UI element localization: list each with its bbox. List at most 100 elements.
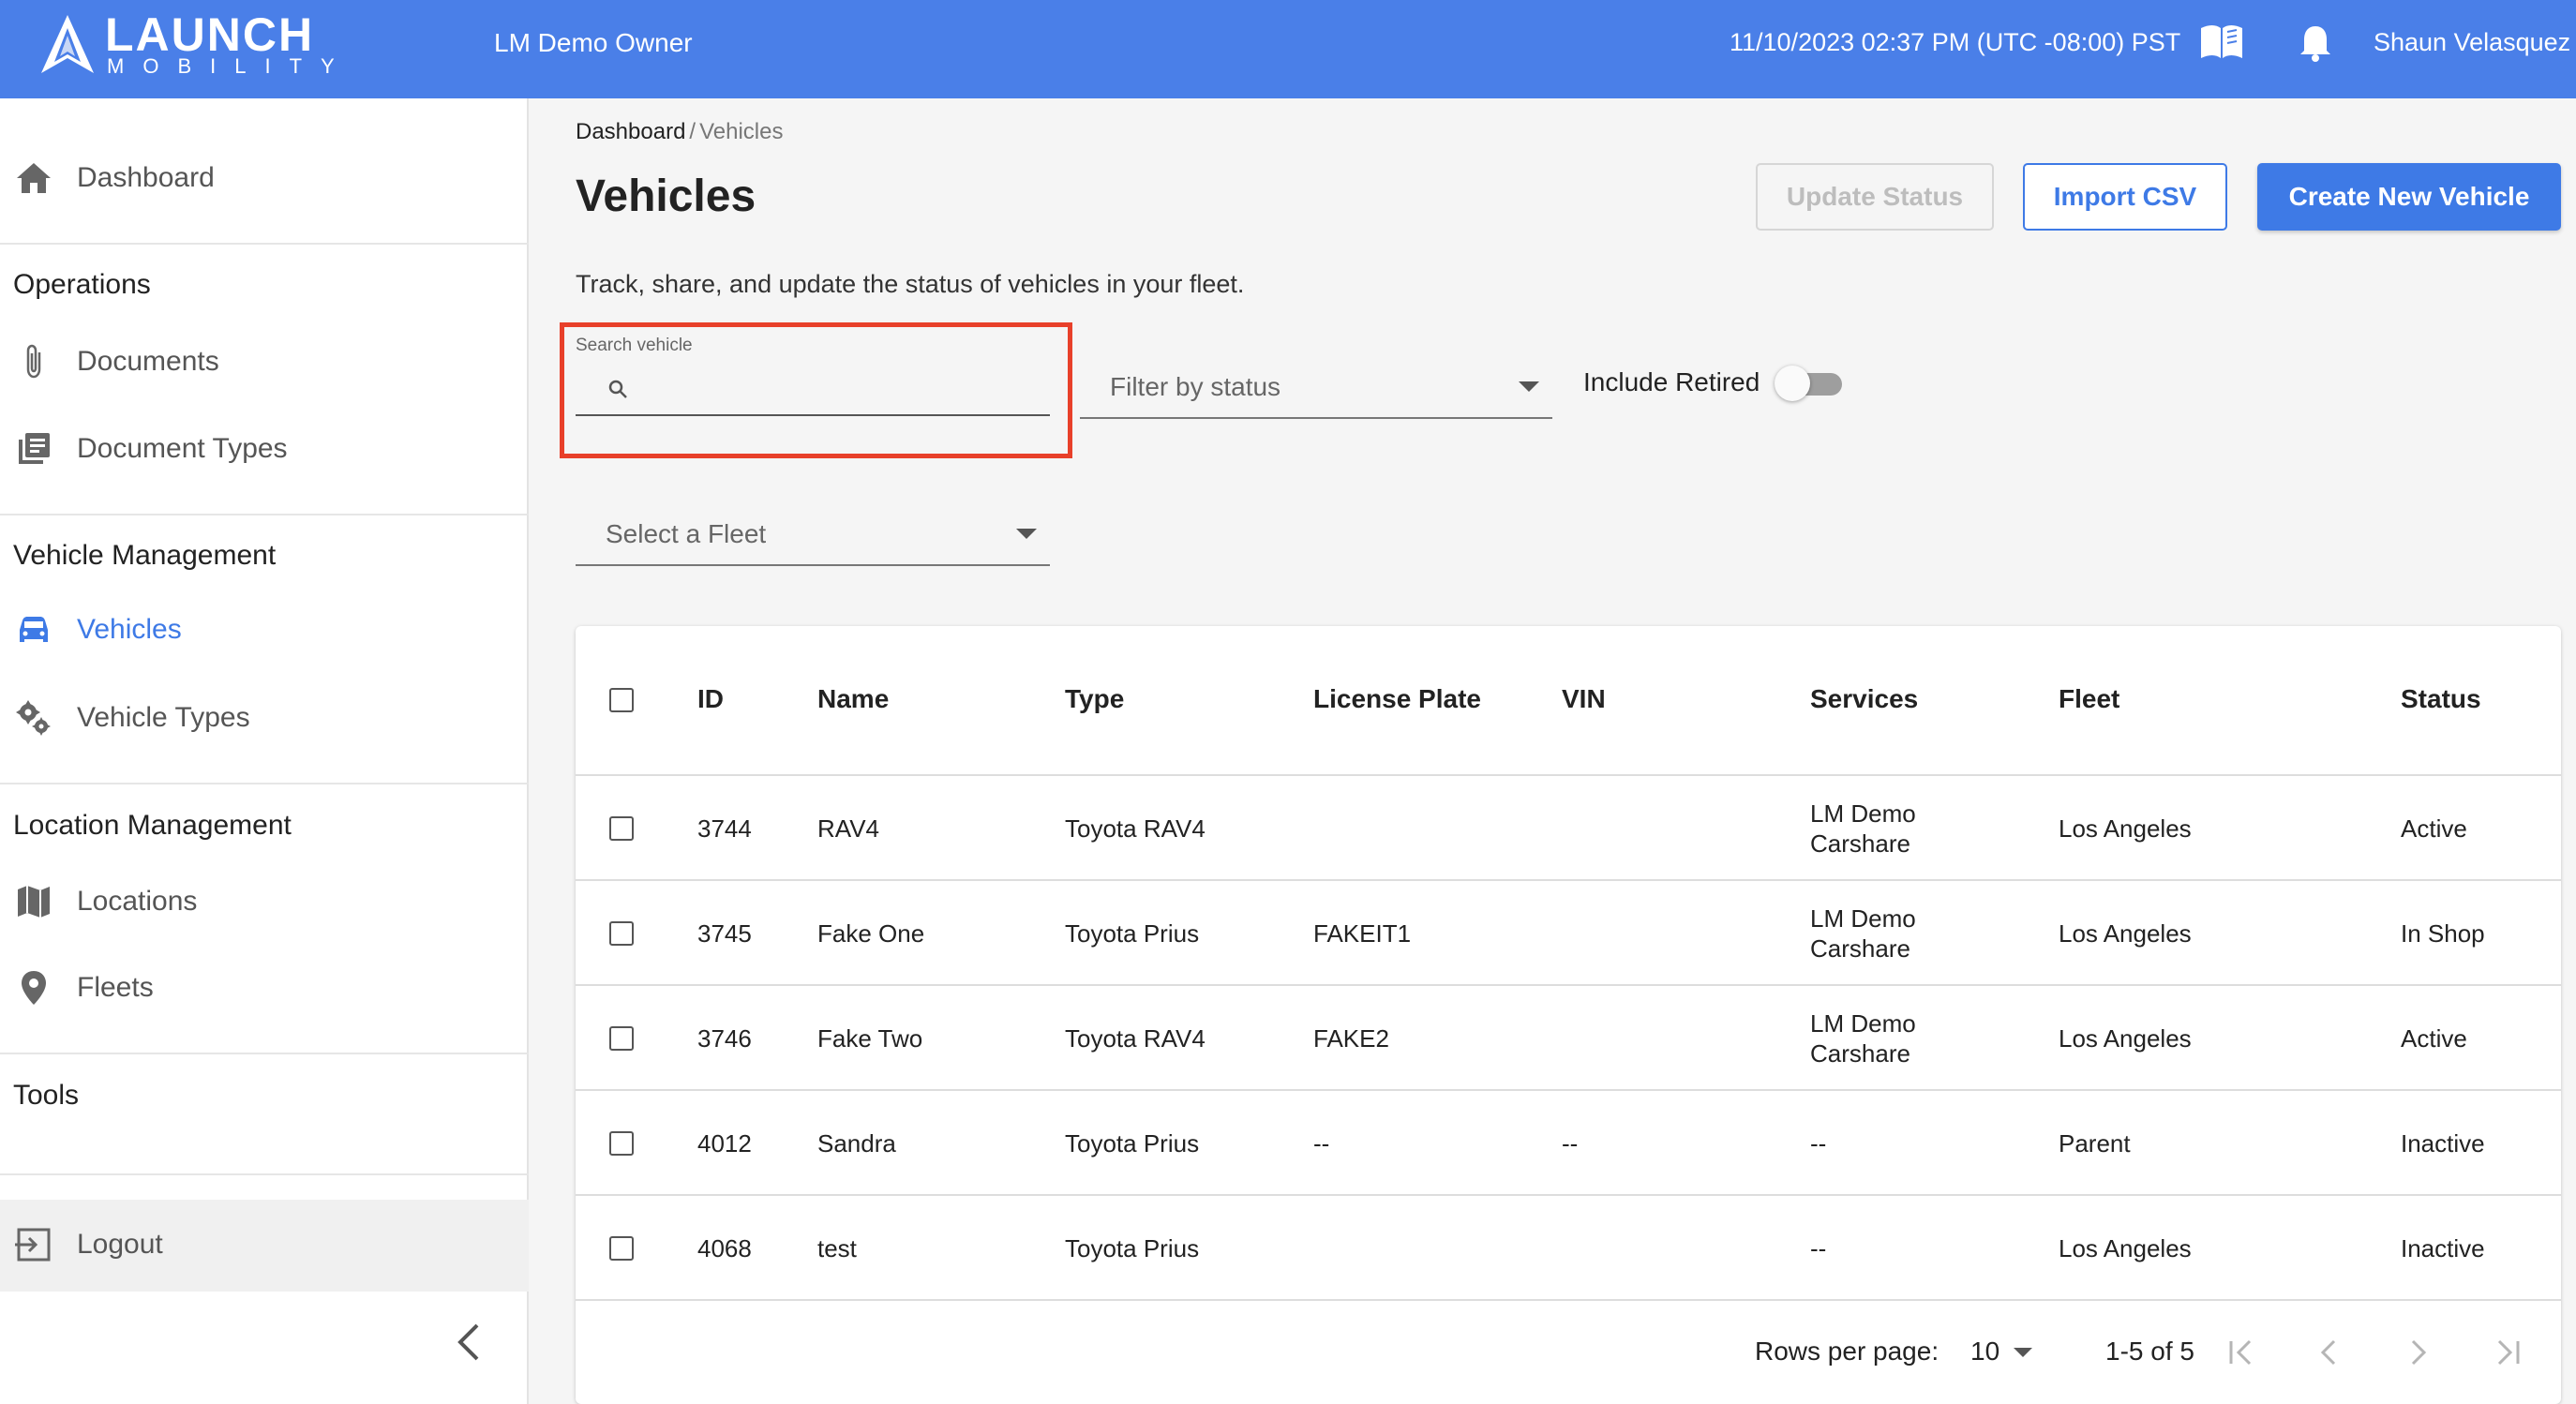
next-page-icon[interactable]: [2407, 1338, 2430, 1367]
cell-type: Toyota Prius: [1065, 1129, 1200, 1158]
top-bar: LAUNCH MOBILITY LM Demo Owner 11/10/2023…: [0, 0, 2576, 98]
table-row[interactable]: 3744 RAV4 Toyota RAV4 LM Demo Carshare Lo…: [576, 776, 2561, 881]
table-row[interactable]: 4068 test Toyota Prius -- Los Angeles In…: [576, 1196, 2561, 1301]
toggle-knob: [1775, 366, 1810, 401]
cell-fleet: Los Angeles: [2059, 1024, 2192, 1053]
cell-status: In Shop: [2401, 919, 2485, 948]
sidebar-item-vehicle-types[interactable]: Vehicle Types: [0, 685, 529, 751]
row-checkbox[interactable]: [609, 816, 634, 841]
cell-type: Toyota Prius: [1065, 1234, 1200, 1262]
rows-per-page-label: Rows per page:: [1755, 1337, 1939, 1366]
table-pagination: Rows per page: 10 1-5 of 5: [576, 1301, 2561, 1404]
search-vehicle-field[interactable]: Search vehicle: [576, 334, 1050, 418]
column-header-services[interactable]: Services: [1810, 684, 1918, 714]
organization-name[interactable]: LM Demo Owner: [494, 28, 693, 58]
cell-name: Fake Two: [817, 1024, 923, 1053]
breadcrumb-dashboard[interactable]: Dashboard: [576, 119, 685, 144]
sidebar-item-label: Locations: [77, 886, 198, 917]
filter-by-status-select[interactable]: Filter by status: [1080, 353, 1552, 419]
cell-status: Inactive: [2401, 1129, 2485, 1158]
sidebar-item-label: Vehicles: [77, 614, 182, 645]
sidebar: Dashboard Operations Documents Document …: [0, 98, 529, 1404]
select-all-checkbox[interactable]: [609, 688, 634, 712]
last-page-icon[interactable]: [2492, 1338, 2522, 1367]
cell-services: --: [1810, 1129, 1827, 1158]
column-header-name[interactable]: Name: [817, 684, 889, 714]
cell-name: test: [817, 1234, 857, 1262]
section-vehicle-management: Vehicle Management: [13, 540, 277, 571]
home-icon: [17, 163, 51, 193]
search-underline: [576, 414, 1050, 416]
column-header-id[interactable]: ID: [697, 684, 724, 714]
cell-license-plate: FAKE2: [1313, 1024, 1389, 1053]
cell-services: LM Demo Carshare: [1810, 904, 1916, 963]
sidebar-divider: [0, 243, 529, 245]
launch-mobility-logo[interactable]: LAUNCH MOBILITY: [39, 8, 349, 78]
sidebar-divider: [0, 514, 529, 515]
row-checkbox[interactable]: [609, 1026, 634, 1051]
services-line: LM Demo: [1810, 904, 1916, 933]
logout-button[interactable]: Logout: [0, 1200, 529, 1292]
select-underline: [576, 564, 1050, 566]
sidebar-item-label: Fleets: [77, 972, 154, 1003]
table-header-row: ID Name Type License Plate VIN Services …: [576, 626, 2561, 776]
row-checkbox[interactable]: [609, 1131, 634, 1156]
import-csv-button[interactable]: Import CSV: [2023, 163, 2227, 231]
paperclip-icon: [26, 344, 41, 379]
user-menu[interactable]: Shaun Velasquez: [2374, 28, 2570, 57]
sidebar-item-vehicles[interactable]: Vehicles: [0, 597, 529, 663]
services-line: Carshare: [1810, 1039, 1910, 1068]
sidebar-item-document-types[interactable]: Document Types: [0, 416, 529, 482]
cell-fleet: Los Angeles: [2059, 919, 2192, 948]
column-header-vin[interactable]: VIN: [1562, 684, 1606, 714]
search-input[interactable]: [641, 369, 1044, 407]
cell-fleet: Parent: [2059, 1129, 2131, 1158]
sidebar-item-label: Dashboard: [77, 162, 215, 193]
cell-id: 4012: [697, 1129, 752, 1158]
sidebar-item-documents[interactable]: Documents: [0, 329, 529, 395]
pagination-range: 1-5 of 5: [2105, 1337, 2194, 1366]
column-header-fleet[interactable]: Fleet: [2059, 684, 2119, 714]
include-retired-toggle[interactable]: [1775, 364, 1850, 401]
row-checkbox[interactable]: [609, 1236, 634, 1261]
column-header-status[interactable]: Status: [2401, 684, 2481, 714]
section-operations: Operations: [13, 269, 151, 300]
cell-name: Sandra: [817, 1129, 896, 1158]
select-fleet-dropdown[interactable]: Select a Fleet: [576, 500, 1050, 566]
map-icon: [18, 886, 50, 918]
breadcrumb-separator: /: [689, 119, 696, 144]
cell-id: 3745: [697, 919, 752, 948]
sidebar-item-label: Vehicle Types: [77, 702, 250, 733]
sidebar-item-dashboard[interactable]: Dashboard: [0, 145, 529, 211]
table-row[interactable]: 3746 Fake Two Toyota RAV4 FAKE2 LM Demo C…: [576, 986, 2561, 1091]
first-page-icon[interactable]: [2227, 1338, 2257, 1367]
rows-per-page-select[interactable]: 10: [1970, 1337, 1999, 1367]
select-underline: [1080, 417, 1552, 419]
caret-down-icon: [1519, 381, 1539, 392]
table-row[interactable]: 3745 Fake One Toyota Prius FAKEIT1 LM De…: [576, 881, 2561, 986]
book-icon[interactable]: [2199, 22, 2244, 64]
row-checkbox[interactable]: [609, 921, 634, 946]
section-location-management: Location Management: [13, 810, 292, 841]
sidebar-divider: [0, 1173, 529, 1175]
column-header-license-plate[interactable]: License Plate: [1313, 684, 1481, 714]
caret-down-icon[interactable]: [2014, 1348, 2032, 1358]
bell-icon[interactable]: [2297, 22, 2334, 64]
fleet-placeholder: Select a Fleet: [606, 519, 767, 548]
services-line: LM Demo: [1810, 799, 1916, 828]
table-row[interactable]: 4012 Sandra Toyota Prius -- -- -- Parent…: [576, 1091, 2561, 1196]
sidebar-item-fleets[interactable]: Fleets: [0, 955, 529, 1021]
create-new-vehicle-button[interactable]: Create New Vehicle: [2257, 163, 2561, 231]
filter-status-placeholder: Filter by status: [1110, 372, 1281, 401]
sidebar-divider: [0, 1053, 529, 1054]
logout-icon: [15, 1228, 51, 1262]
current-datetime: 11/10/2023 02:37 PM (UTC -08:00) PST: [1730, 28, 2181, 56]
previous-page-icon[interactable]: [2317, 1338, 2340, 1367]
update-status-button[interactable]: Update Status: [1756, 163, 1994, 231]
cell-id: 4068: [697, 1234, 752, 1262]
cell-type: Toyota RAV4: [1065, 1024, 1206, 1053]
cell-services: LM Demo Carshare: [1810, 799, 1916, 859]
collapse-sidebar-chevron-icon[interactable]: [455, 1322, 483, 1363]
column-header-type[interactable]: Type: [1065, 684, 1124, 714]
sidebar-item-locations[interactable]: Locations: [0, 869, 529, 934]
